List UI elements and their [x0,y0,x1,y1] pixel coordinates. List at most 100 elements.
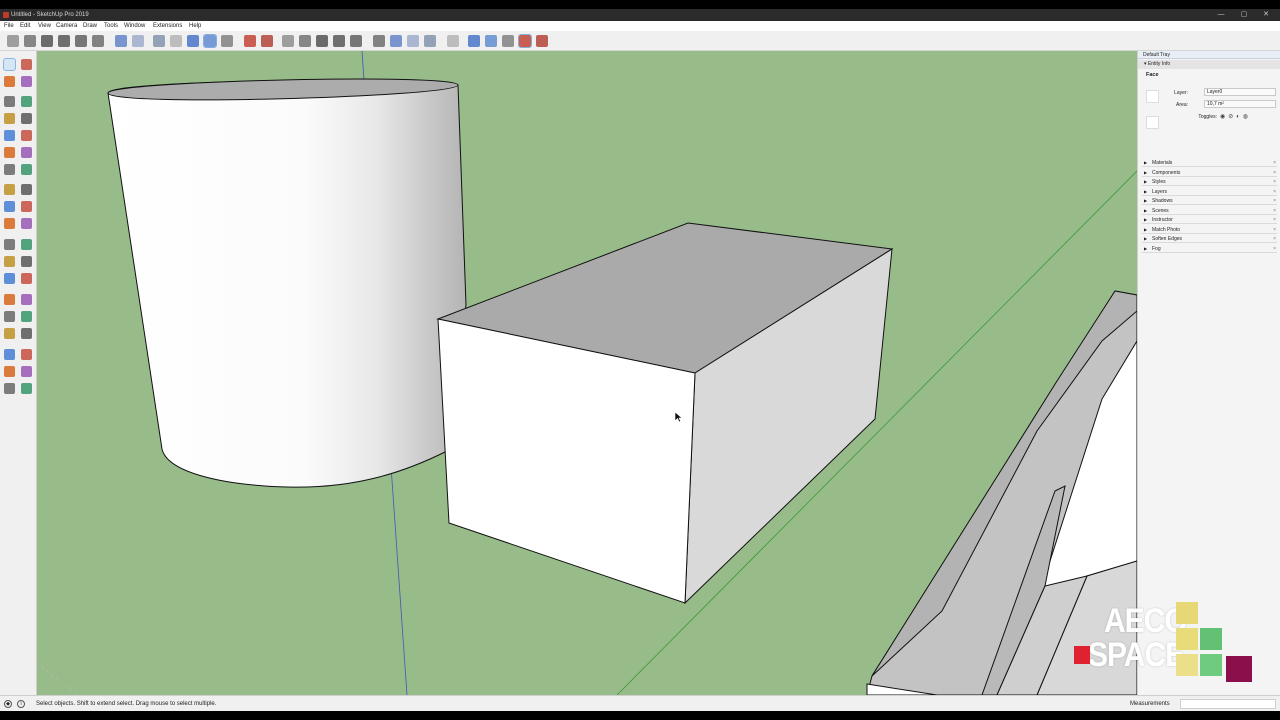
tray-panel-shadows[interactable]: ▶ Shadows × [1142,197,1277,205]
iso-house-icon[interactable] [282,35,294,47]
offset-icon[interactable] [21,201,32,212]
menu-help[interactable]: Help [189,21,201,31]
hidden-line-icon[interactable] [170,35,182,47]
front-view-icon[interactable] [316,35,328,47]
monochrome-icon[interactable] [502,35,514,47]
tray-panel-materials[interactable]: ▶ Materials × [1142,159,1277,167]
measurements-box[interactable] [1180,699,1276,709]
warehouse-icon[interactable] [244,35,256,47]
close-icon[interactable]: × [1273,159,1276,167]
tape-measure-icon[interactable] [4,218,15,229]
extension-warehouse-icon[interactable] [536,35,548,47]
shaded-textures-icon[interactable] [203,34,217,48]
close-icon[interactable]: × [1273,245,1276,253]
zoom-icon[interactable] [4,294,15,305]
close-icon[interactable]: × [1273,216,1276,224]
line-icon[interactable] [4,96,15,107]
model-viewport[interactable] [37,51,1137,695]
arc-icon[interactable] [4,147,15,158]
rotate-icon[interactable] [4,184,15,195]
back-view-icon[interactable] [75,35,87,47]
monochrome-icon[interactable] [221,35,233,47]
hidden-toggle-icon[interactable]: ◉ [1220,114,1228,120]
cylinder-shape[interactable] [107,78,467,488]
close-icon[interactable]: × [1273,235,1276,243]
menu-window[interactable]: Window [124,21,145,31]
tray-panel-layers[interactable]: ▶ Layers × [1142,188,1277,196]
xray-icon[interactable] [115,35,127,47]
maximize-icon[interactable]: ▢ [1233,9,1255,21]
menu-draw[interactable]: Draw [83,21,97,31]
hidden-line-icon[interactable] [447,35,459,47]
protractor-icon[interactable] [4,239,15,250]
dimension-icon[interactable] [21,218,32,229]
minimize-icon[interactable]: — [1210,9,1232,21]
pan-icon[interactable] [21,273,32,284]
warehouse-icon[interactable] [518,34,532,48]
top-view-icon[interactable] [299,35,311,47]
eraser-icon[interactable] [21,76,32,87]
text-icon[interactable] [21,239,32,250]
select-arrow-icon[interactable] [3,58,16,71]
back-edges-icon[interactable] [132,35,144,47]
shadow-icon[interactable] [21,366,32,377]
shadow-receive-icon[interactable]: ◍ [1243,114,1251,120]
close-icon[interactable]: × [1273,188,1276,196]
walk-icon[interactable] [4,349,15,360]
paint-bucket-icon[interactable] [4,76,15,87]
close-icon[interactable]: × [1273,207,1276,215]
orbit-icon[interactable] [4,273,15,284]
make-component-icon[interactable] [21,59,32,70]
axes-icon[interactable] [4,256,15,267]
menu-tools[interactable]: Tools [104,21,118,31]
3d-text-icon[interactable] [21,256,32,267]
right-view-icon[interactable] [333,35,345,47]
make-component-icon[interactable] [21,383,32,394]
close-icon[interactable]: ✕ [1255,9,1277,21]
tray-panel-scenes[interactable]: ▶ Scenes × [1142,207,1277,215]
close-icon[interactable]: × [1273,169,1276,177]
look-around-icon[interactable] [21,328,32,339]
back-view-icon[interactable] [350,35,362,47]
geolocation-icon[interactable]: ◆ [4,700,12,708]
top-view-icon[interactable] [24,35,36,47]
pie-icon[interactable] [21,147,32,158]
left-view-icon[interactable] [373,35,385,47]
toggles-icons[interactable]: ◉⊘◐◍ [1220,113,1251,120]
section-plane-icon[interactable] [21,349,32,360]
move-icon[interactable] [4,164,15,175]
follow-me-icon[interactable] [21,184,32,195]
zoom-window-icon[interactable] [21,294,32,305]
menu-camera[interactable]: Camera [56,21,77,31]
close-icon[interactable]: × [1273,197,1276,205]
close-icon[interactable]: × [1273,226,1276,234]
select-arrow-icon[interactable] [4,383,15,394]
sandbox-icon[interactable] [4,366,15,377]
tray-panel-match-photo[interactable]: ▶ Match Photo × [1142,226,1277,234]
extension-warehouse-icon[interactable] [261,35,273,47]
push-pull-icon[interactable] [21,164,32,175]
tray-panel-instructor[interactable]: ▶ Instructor × [1142,216,1277,224]
rectangle-icon[interactable] [4,113,15,124]
box-shape[interactable] [436,222,894,605]
xray-icon[interactable] [390,35,402,47]
shaded-textures-icon[interactable] [485,35,497,47]
entity-info-header[interactable]: ▾ Entity Info [1138,60,1280,69]
tray-panel-styles[interactable]: ▶ Styles × [1142,178,1277,186]
back-edges-icon[interactable] [407,35,419,47]
layer-select[interactable]: Layer0 [1204,88,1276,96]
polygon-icon[interactable] [21,130,32,141]
freehand-icon[interactable] [21,96,32,107]
menu-extensions[interactable]: Extensions [153,21,182,31]
right-view-icon[interactable] [58,35,70,47]
left-view-icon[interactable] [92,35,104,47]
tray-panel-components[interactable]: ▶ Components × [1142,169,1277,177]
tray-panel-fog[interactable]: ▶ Fog × [1142,245,1277,253]
shaded-icon[interactable] [468,35,480,47]
front-view-icon[interactable] [41,35,53,47]
menu-edit[interactable]: Edit [20,21,30,31]
wireframe-icon[interactable] [424,35,436,47]
circle-icon[interactable] [4,130,15,141]
menu-file[interactable]: File [4,21,14,31]
wireframe-icon[interactable] [153,35,165,47]
